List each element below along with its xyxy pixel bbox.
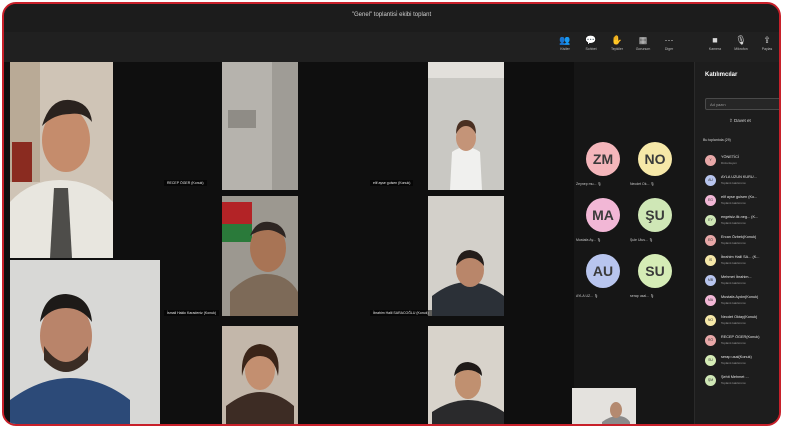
- avatar-label: Şule Ulus... 🎙: [630, 238, 654, 242]
- video-tile[interactable]: [222, 326, 298, 424]
- window-title: "Genel" toplantisi̇ ekibi toplant: [351, 12, 432, 18]
- avatar[interactable]: NO: [638, 142, 672, 176]
- more-icon: ⋯: [664, 35, 674, 45]
- reactions-button[interactable]: ✋ Tepkiler: [606, 34, 628, 60]
- video-tile[interactable]: [428, 196, 504, 316]
- avatar[interactable]: ZM: [586, 142, 620, 176]
- participant-list-item[interactable]: EG elif ayse gulsen (Ko... Toplantı katılı…: [705, 194, 779, 210]
- avatar[interactable]: AU: [586, 254, 620, 288]
- video-tile[interactable]: [428, 326, 504, 424]
- view-button[interactable]: ▦ Gorunum: [632, 34, 654, 60]
- participant-list-item[interactable]: SU serap usal(Konuk) Toplantı katılımcısı: [705, 354, 779, 370]
- more-button[interactable]: ⋯ Diger: [658, 34, 680, 60]
- participant-name: RECEP ÖGER (Konuk): [164, 180, 207, 186]
- invite-button[interactable]: ⇪ Davet et: [729, 118, 751, 124]
- participants-panel: Katılımcılar Ad yazın ⇪ Davet et Bu topl…: [694, 62, 779, 424]
- meeting-toolbar: 👥 Kisiler 💬 Sohbet ✋ Tepkiler ▦ Gorunum ⋯ Dig…: [4, 32, 779, 62]
- participant-video: [428, 196, 504, 316]
- participant-video: [222, 62, 298, 190]
- teams-meeting-window: "Genel" toplantisi̇ ekibi toplant 👥 Kisil…: [2, 2, 781, 426]
- camera-button[interactable]: ■ Kamera: [704, 34, 726, 60]
- camera-icon: ■: [712, 35, 718, 45]
- share-button[interactable]: ⇪ Paylas: [756, 34, 778, 60]
- video-grid: RECEP ÖGER (Konuk) İsmail Hakkı Karadeni…: [4, 62, 574, 424]
- participant-name: İsmail Hakkı Karadeniz (Konuk): [164, 310, 220, 316]
- mic-button[interactable]: 🎙 Mikrofon: [730, 34, 752, 60]
- hand-icon: ✋: [611, 35, 623, 45]
- share-icon: ⇪: [763, 35, 771, 45]
- video-tile[interactable]: [10, 62, 113, 258]
- search-input[interactable]: Ad yazın: [705, 98, 779, 110]
- participant-list-item[interactable]: ŞM Şehit Mehmet ... Toplantı katılımcısı: [705, 374, 779, 390]
- participant-list-item[interactable]: MA Mustafa Aydın(Konuk) Toplantı katılımcı…: [705, 294, 779, 310]
- chat-button[interactable]: 💬 Sohbet: [580, 34, 602, 60]
- participant-video: [222, 196, 298, 316]
- participant-video: [222, 326, 298, 424]
- avatar-label: Zeynep mu... 🎙: [576, 182, 602, 186]
- participant-list-item[interactable]: İS İbrahim Halil SA... (K... Toplantı katı…: [705, 254, 779, 270]
- participant-list-item[interactable]: Y YÖNETİCİ Düzenleyen: [705, 154, 779, 170]
- avatar-label: serap usal... 🎙: [630, 294, 655, 298]
- video-tile[interactable]: [428, 62, 504, 190]
- self-view-tile[interactable]: [572, 388, 636, 424]
- avatar-label: Mustafa Ay... 🎙: [576, 238, 602, 242]
- participant-video: [428, 62, 504, 190]
- people-icon: 👥: [559, 35, 571, 45]
- mic-icon: 🎙: [735, 35, 747, 45]
- participant-video: [10, 62, 113, 258]
- section-header: Bu toplantıda (29): [703, 138, 731, 142]
- participant-video: [428, 326, 504, 424]
- chat-icon: 💬: [585, 35, 597, 45]
- avatar[interactable]: MA: [586, 198, 620, 232]
- video-tile[interactable]: [10, 260, 160, 424]
- video-tile[interactable]: [222, 196, 298, 316]
- participant-list-item[interactable]: RÖ RECEP ÖGER(Konuk) Toplantı katılımcısı: [705, 334, 779, 350]
- participant-list-item[interactable]: EÖ Ercan Özbek(Konuk) Toplantı katılımcısı: [705, 234, 779, 250]
- avatar[interactable]: SU: [638, 254, 672, 288]
- participant-name: elif ayse gulsen (Konuk): [370, 180, 414, 186]
- participant-list-item[interactable]: NO Necdet Oktay(Konuk) Toplantı katılımcıs…: [705, 314, 779, 330]
- video-tile[interactable]: [222, 62, 298, 190]
- panel-title: Katılımcılar: [705, 72, 738, 78]
- audio-participants: ZM Zeynep mu... 🎙 NO Necdet Ok... 🎙 MA M…: [572, 62, 694, 424]
- avatar[interactable]: ŞU: [638, 198, 672, 232]
- avatar-label: AYLA UZ... 🎙: [576, 294, 599, 298]
- people-button[interactable]: 👥 Kisiler: [554, 34, 576, 60]
- participant-video: [10, 260, 160, 424]
- self-view-video: [572, 388, 636, 424]
- title-bar: "Genel" toplantisi̇ ekibi toplant: [4, 4, 779, 32]
- participant-name: İbrahim Halil SARACOĞLU (Konuk): [370, 310, 432, 316]
- participant-list-item[interactable]: AU AYLA UZUN KURU... Toplantı katılımcısı: [705, 174, 779, 190]
- participant-list-item[interactable]: EY engelsiz.ilk.neg... (K... Toplantı katı…: [705, 214, 779, 230]
- view-icon: ▦: [638, 35, 648, 45]
- avatar-label: Necdet Ok... 🎙: [630, 182, 655, 186]
- participant-list-item[interactable]: MB Mehmet İbrahim... Toplantı katılımcısı: [705, 274, 779, 290]
